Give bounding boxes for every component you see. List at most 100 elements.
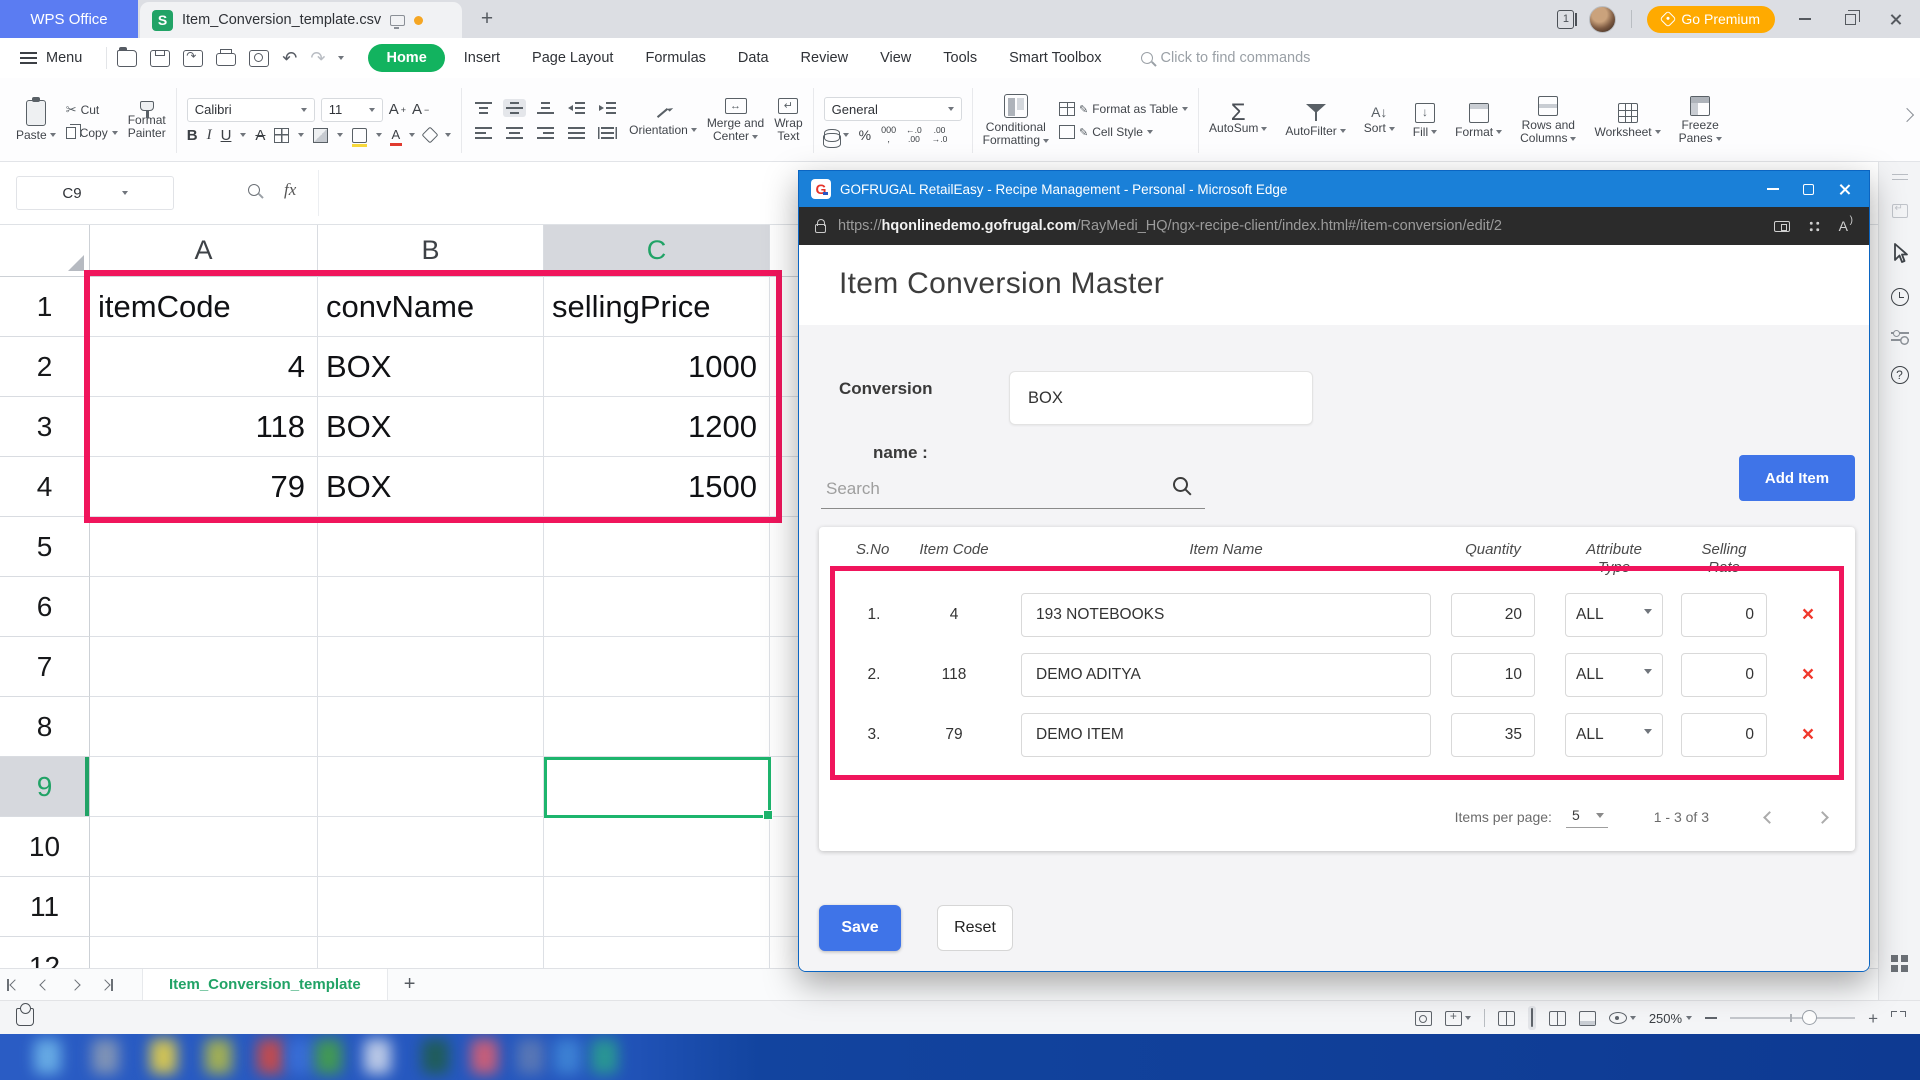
cell-C8[interactable] [544, 697, 770, 757]
save-button[interactable]: Save [819, 905, 901, 951]
cell-C7[interactable] [544, 637, 770, 697]
justify-icon[interactable] [565, 124, 588, 142]
menu-label[interactable]: Menu [46, 50, 82, 66]
cursor-select-icon[interactable] [1890, 242, 1910, 264]
row-header-12[interactable]: 12 [0, 937, 90, 968]
cell-B10[interactable] [318, 817, 544, 877]
cell-A10[interactable] [90, 817, 318, 877]
menu-tab-data[interactable]: Data [725, 45, 782, 71]
settings-sliders-icon[interactable] [1891, 330, 1909, 342]
row-header-7[interactable]: 7 [0, 637, 90, 697]
cell-A9[interactable] [90, 757, 318, 817]
print-preview-icon[interactable] [249, 50, 269, 67]
macro-record-icon[interactable] [16, 1008, 34, 1026]
cell-B8[interactable] [318, 697, 544, 757]
taskbar-app-blurred[interactable] [257, 1039, 284, 1074]
next-sheet-icon[interactable] [60, 969, 90, 1000]
format-painter-button[interactable]: Format Painter [128, 101, 166, 140]
cell-C11[interactable] [544, 877, 770, 937]
increase-indent-icon[interactable] [596, 99, 619, 117]
row-header-11[interactable]: 11 [0, 877, 90, 937]
split-view-icon[interactable] [1579, 1011, 1596, 1026]
conditional-formatting-button[interactable]: Conditional Formatting [983, 94, 1049, 147]
grow-font-button[interactable]: A+ [389, 98, 406, 122]
row-header-3[interactable]: 3 [0, 397, 90, 457]
chevron-down-icon[interactable] [338, 56, 344, 60]
menu-tab-formulas[interactable]: Formulas [632, 45, 718, 71]
print-icon[interactable] [216, 53, 236, 66]
currency-format-icon[interactable] [824, 129, 849, 142]
reading-mode-icon[interactable] [1609, 1012, 1636, 1024]
borders-icon[interactable] [274, 128, 289, 143]
font-name-select[interactable]: Calibri [187, 98, 315, 122]
comma-format-icon[interactable]: 000, [881, 126, 896, 144]
taskbar-app-blurred[interactable] [591, 1039, 618, 1074]
fx-label[interactable]: fx [284, 180, 296, 200]
sheet-tab[interactable]: Item_Conversion_template [142, 969, 388, 1000]
merge-center-button[interactable]: ↔ Merge and Center [707, 98, 764, 143]
distributed-icon[interactable] [596, 124, 619, 142]
underline-button[interactable]: U [221, 127, 232, 144]
cell-C5[interactable] [544, 517, 770, 577]
row-header-4[interactable]: 4 [0, 457, 90, 517]
apps-grid-icon[interactable] [1808, 220, 1821, 233]
add-sheet-button[interactable]: + [404, 973, 416, 996]
taskbar-app-blurred[interactable] [205, 1039, 232, 1074]
help-icon[interactable]: ? [1891, 366, 1909, 384]
presentation-mode-icon[interactable] [390, 15, 405, 26]
align-center-icon[interactable] [503, 124, 526, 142]
taskbar-app-blurred[interactable] [287, 1039, 314, 1074]
zoom-slider[interactable] [1730, 1017, 1855, 1019]
cell-B6[interactable] [318, 577, 544, 637]
zoom-out-button[interactable] [1705, 1017, 1717, 1019]
device-preview-icon[interactable] [1774, 221, 1790, 232]
edge-minimize-button[interactable] [1767, 188, 1779, 190]
zoom-in-button[interactable]: + [1868, 1010, 1878, 1027]
last-sheet-icon[interactable] [90, 969, 120, 1000]
highlight-color-icon[interactable] [352, 128, 367, 143]
fullscreen-icon[interactable] [1891, 1011, 1906, 1026]
row-header-1[interactable]: 1 [0, 277, 90, 337]
conversion-name-input[interactable] [1009, 371, 1313, 425]
grid-view-icon[interactable] [1528, 1006, 1536, 1030]
taskbar-app-blurred[interactable] [517, 1039, 544, 1074]
format-button[interactable]: Format [1455, 103, 1502, 139]
normal-view-icon[interactable] [1498, 1011, 1515, 1026]
edge-urlbar[interactable]: https://hqonlinedemo.gofrugal.com/RayMed… [799, 207, 1869, 245]
taskbar-app-blurred[interactable] [315, 1039, 342, 1074]
wrap-text-button[interactable]: ↵ Wrap Text [774, 98, 802, 143]
taskbar-app-blurred[interactable] [364, 1039, 391, 1074]
menu-tab-view[interactable]: View [867, 45, 924, 71]
save-icon[interactable] [150, 50, 170, 67]
menu-tab-home[interactable]: Home [368, 44, 444, 72]
font-color-icon[interactable]: A [391, 128, 400, 142]
align-right-icon[interactable] [534, 124, 557, 142]
page-size-select[interactable]: 5 [1566, 807, 1608, 828]
item-search-input[interactable] [821, 469, 1205, 509]
zoom-formula-icon[interactable] [248, 184, 260, 196]
row-header-10[interactable]: 10 [0, 817, 90, 877]
taskbar-app-blurred[interactable] [92, 1039, 119, 1074]
align-left-icon[interactable] [472, 124, 495, 142]
find-commands-search[interactable]: Click to find commands [1141, 50, 1311, 66]
taskbar-app-blurred[interactable] [34, 1039, 61, 1074]
page-layout-icon[interactable] [1415, 1011, 1432, 1026]
bold-button[interactable]: B [187, 127, 198, 144]
paste-button[interactable]: Paste [16, 100, 56, 142]
edge-maximize-button[interactable] [1803, 184, 1814, 195]
document-count-icon[interactable]: 1 [1557, 10, 1574, 29]
fill-button[interactable]: ↓ Fill [1413, 103, 1437, 139]
cell-C10[interactable] [544, 817, 770, 877]
percent-format-icon[interactable]: % [859, 127, 871, 143]
cell-A7[interactable] [90, 637, 318, 697]
font-size-select[interactable]: 11 [321, 98, 383, 122]
sidebar-panel-icon[interactable] [1892, 204, 1908, 218]
zoom-slider-handle[interactable] [1802, 1010, 1817, 1025]
redo-icon[interactable]: ↷ [310, 49, 325, 67]
lock-icon[interactable] [815, 224, 826, 233]
row-header-5[interactable]: 5 [0, 517, 90, 577]
taskbar-app-blurred[interactable] [554, 1039, 581, 1074]
menu-tab-insert[interactable]: Insert [451, 45, 513, 71]
decrease-indent-icon[interactable] [565, 99, 588, 117]
undo-icon[interactable]: ↶ [282, 49, 297, 67]
